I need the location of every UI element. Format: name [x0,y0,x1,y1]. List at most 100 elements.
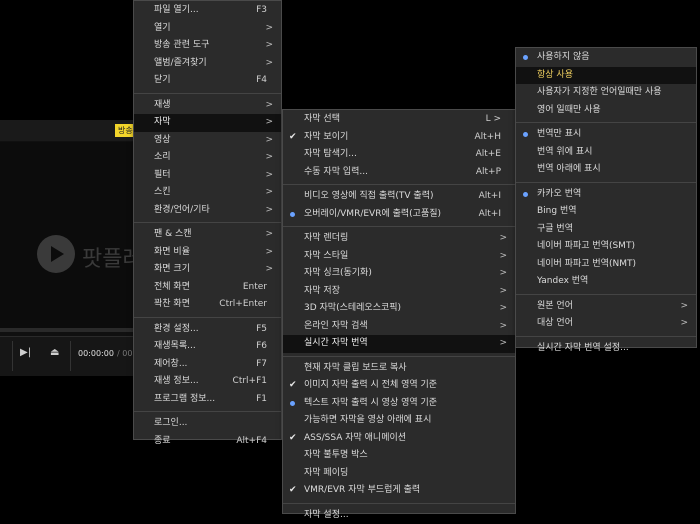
submenu-arrow-icon: > [265,149,273,167]
menu-item-자막-싱크-동기화[interactable]: 자막 싱크(동기화)> [283,265,515,283]
menu-item-yandex-번역[interactable]: Yandex 번역 [516,273,696,291]
menu-item-자막-페이딩[interactable]: 자막 페이딩 [283,465,515,483]
player-window: 방송 팟플레 ▶| ⏏ 00:00:00 / 00:0 [0,120,140,375]
menu-item-재생목록[interactable]: 재생목록...F6 [134,338,281,356]
menu-item-필터[interactable]: 필터> [134,167,281,185]
control-bar: ▶| ⏏ 00:00:00 / 00:0 [0,336,140,376]
menu-item-오버레이-vmr-evr에-출력-고품질[interactable]: 오버레이/VMR/EVR에 출력(고품질)Alt+I [283,206,515,224]
menu-item-전체-화면[interactable]: 전체 화면Enter [134,279,281,297]
menu-item-수동-자막-입력[interactable]: 수동 자막 입력...Alt+P [283,164,515,182]
menu-item-대상-언어[interactable]: 대상 언어> [516,315,696,333]
menu-item-번역-아래에-표시[interactable]: 번역 아래에 표시 [516,161,696,179]
submenu-arrow-icon: > [499,335,507,353]
menu-item-비디오-영상에-직접-출력-tv-출력[interactable]: 비디오 영상에 직접 출력(TV 출력)Alt+I [283,188,515,206]
menu-item-자막-선택[interactable]: 자막 선택L > [283,111,515,129]
menu-item-label: 꽉찬 화면 [154,299,190,309]
menu-item-가능하면-자막을-영상-아래에-표시[interactable]: 가능하면 자막을 영상 아래에 표시 [283,412,515,430]
menu-item-화면-크기[interactable]: 화면 크기> [134,261,281,279]
menu-item-label: 환경 설정... [154,324,199,334]
video-area[interactable]: 팟플레 [0,142,140,328]
menu-item-환경-언어-기타[interactable]: 환경/언어/기타> [134,202,281,220]
menu-item-원본-언어[interactable]: 원본 언어> [516,298,696,316]
next-icon[interactable]: ▶| [20,347,31,358]
menu-separator [283,226,515,227]
menu-item-화면-비율[interactable]: 화면 비율> [134,244,281,262]
menu-item-자막-탐색기[interactable]: 자막 탐색기...Alt+E [283,146,515,164]
menu-item-네이버-파파고-번역-smt[interactable]: 네이버 파파고 번역(SMT) [516,238,696,256]
menu-item-label: 프로그램 정보... [154,394,215,404]
menu-item-항상-사용[interactable]: 항상 사용 [516,67,696,85]
menu-item-실시간-자막-번역-설정[interactable]: 실시간 자막 번역 설정... [516,340,696,358]
menu-item-실시간-자막-번역[interactable]: 실시간 자막 번역> [283,335,515,353]
submenu-arrow-icon: > [265,167,273,185]
menu-item-팬-스캔[interactable]: 팬 & 스캔 > [134,226,281,244]
menu-item-label: 열기 [154,23,171,33]
menu-separator [283,356,515,357]
menu-item-label: 원본 언어 [537,301,573,311]
shortcut-label: Alt+H [475,129,502,147]
menu-item-자막-저장[interactable]: 자막 저장> [283,283,515,301]
menu-item-label: 파일 열기... [154,5,199,15]
menu-item-스킨[interactable]: 스킨> [134,184,281,202]
menu-item-열기[interactable]: 열기> [134,20,281,38]
menu-item-자막[interactable]: 자막> [134,114,281,132]
menu-item-구글-번역[interactable]: 구글 번역 [516,221,696,239]
menu-item-label: 번역 아래에 표시 [537,164,601,174]
menu-item-닫기[interactable]: 닫기F4 [134,72,281,90]
menu-item-자막-불투명-박스[interactable]: 자막 불투명 박스 [283,447,515,465]
menu-item-종료[interactable]: 종료Alt+F4 [134,433,281,451]
menu-item-제어창[interactable]: 제어창...F7 [134,356,281,374]
submenu-arrow-icon: > [265,226,273,244]
submenu-arrow-icon: > [499,283,507,301]
menu-item-환경-설정[interactable]: 환경 설정...F5 [134,321,281,339]
menu-item-bing-번역[interactable]: Bing 번역 [516,203,696,221]
menu-item-번역-위에-표시[interactable]: 번역 위에 표시 [516,144,696,162]
radio-dot-icon [523,192,528,197]
menu-item-재생[interactable]: 재생> [134,97,281,115]
menu-item-번역만-표시[interactable]: 번역만 표시 [516,126,696,144]
menu-item-사용자가-지정한-언어일때만-사용[interactable]: 사용자가 지정한 언어일때만 사용 [516,84,696,102]
menu-item-소리[interactable]: 소리> [134,149,281,167]
eject-icon[interactable]: ⏏ [50,347,59,358]
menu-item-자막-렌더링[interactable]: 자막 렌더링> [283,230,515,248]
menu-item-label: 번역 위에 표시 [537,147,592,157]
menu-item-label: Yandex 번역 [537,276,588,286]
menu-item-vmr-evr-자막-부드럽게-출력[interactable]: ✔VMR/EVR 자막 부드럽게 출력 [283,482,515,500]
menu-separator [134,222,281,223]
menu-item-영상[interactable]: 영상> [134,132,281,150]
seek-bar[interactable] [0,328,140,332]
menu-item-재생-정보[interactable]: 재생 정보...Ctrl+F1 [134,373,281,391]
menu-item-ass-ssa-자막-애니메이션[interactable]: ✔ASS/SSA 자막 애니메이션 [283,430,515,448]
menu-item-자막-보이기[interactable]: ✔자막 보이기Alt+H [283,129,515,147]
menu-item-label: 재생 정보... [154,376,199,386]
menu-item-3d-자막-스테레오스코픽[interactable]: 3D 자막(스테레오스코픽)> [283,300,515,318]
menu-item-파일-열기[interactable]: 파일 열기... F3 [134,2,281,20]
menu-item-온라인-자막-검색[interactable]: 온라인 자막 검색> [283,318,515,336]
menu-item-label: 자막 불투명 박스 [304,450,368,460]
shortcut-label: Alt+I [479,188,501,206]
menu-item-label: VMR/EVR 자막 부드럽게 출력 [304,485,420,495]
menu-item-이미지-자막-출력-시-전체-영역-기준[interactable]: ✔이미지 자막 출력 시 전체 영역 기준 [283,377,515,395]
menu-separator [283,503,515,504]
menu-item-자막-설정[interactable]: 자막 설정... [283,507,515,524]
menu-item-사용하지-않음[interactable]: 사용하지 않음 [516,49,696,67]
submenu-arrow-icon: > [265,184,273,202]
shortcut-label: F3 [256,2,267,20]
menu-item-방송-관련-도구[interactable]: 방송 관련 도구> [134,37,281,55]
menu-item-로그인[interactable]: 로그인... [134,415,281,433]
menu-item-자막-스타일[interactable]: 자막 스타일> [283,248,515,266]
menu-item-텍스트-자막-출력-시-영상-영역-기준[interactable]: 텍스트 자막 출력 시 영상 영역 기준 [283,395,515,413]
menu-item-카카오-번역[interactable]: 카카오 번역 [516,186,696,204]
menu-item-꽉찬-화면[interactable]: 꽉찬 화면Ctrl+Enter [134,296,281,314]
menu-item-label: 네이버 파파고 번역(NMT) [537,259,636,269]
menu-item-앨범-즐겨찾기[interactable]: 앨범/즐겨찾기> [134,55,281,73]
menu-item-프로그램-정보[interactable]: 프로그램 정보...F1 [134,391,281,409]
menu-item-영어-일때만-사용[interactable]: 영어 일때만 사용 [516,102,696,120]
menu-item-label: 가능하면 자막을 영상 아래에 표시 [304,415,431,425]
menu-item-label: 팬 & 스캔 [154,229,192,239]
menu-item-label: 실시간 자막 번역 설정... [537,343,629,353]
menu-item-현재-자막-클립-보드로-복사[interactable]: 현재 자막 클립 보드로 복사 [283,360,515,378]
menu-item-label: 자막 선택 [304,114,340,124]
menu-item-네이버-파파고-번역-nmt[interactable]: 네이버 파파고 번역(NMT) [516,256,696,274]
menu-item-label: 항상 사용 [537,70,573,80]
